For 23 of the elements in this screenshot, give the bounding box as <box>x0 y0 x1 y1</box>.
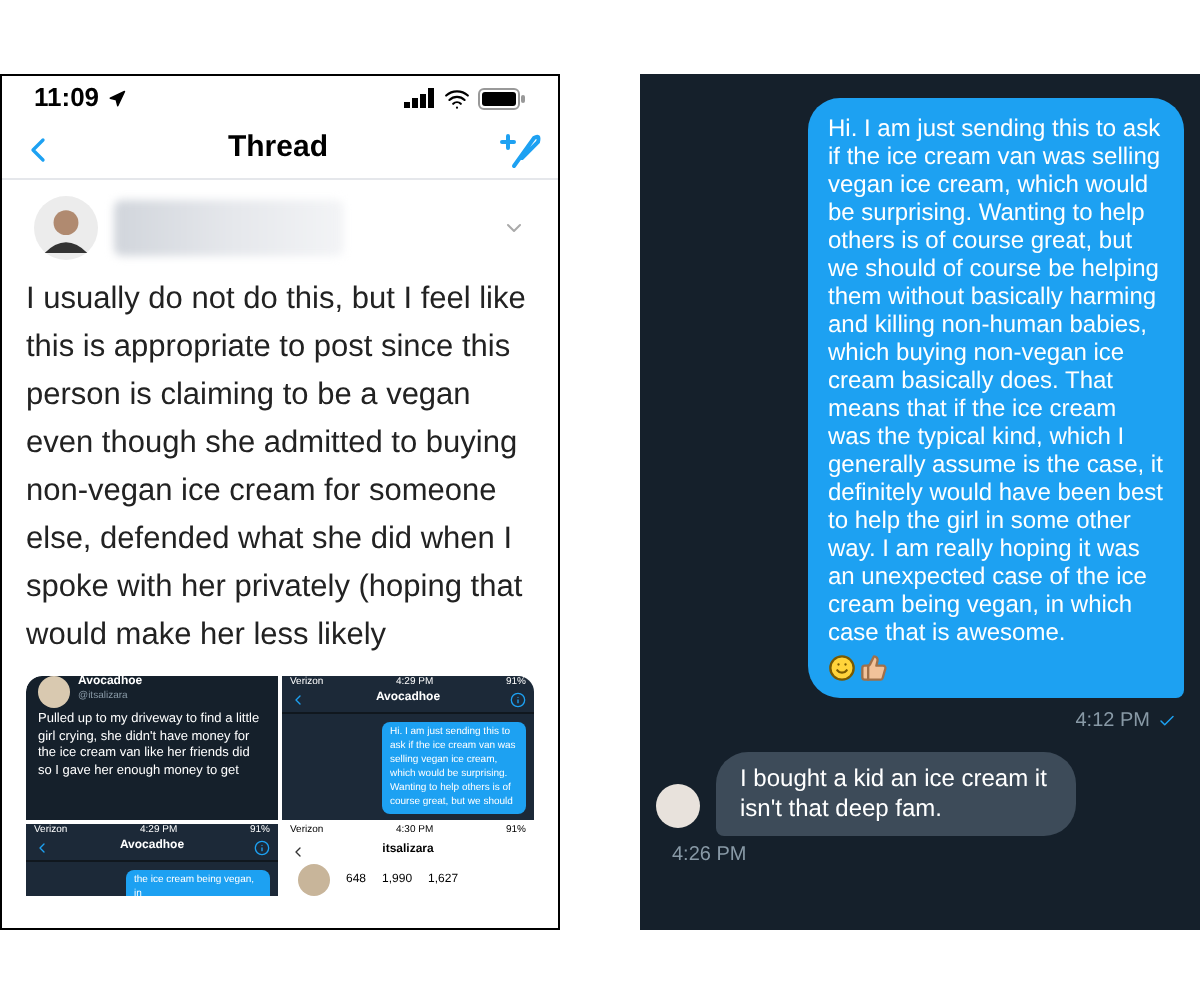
battery-icon <box>478 87 526 109</box>
received-message-bubble: I bought a kid an ice cream it isn't that deep fam. <box>716 752 1076 836</box>
avatar <box>656 784 700 828</box>
clock: 11:09 <box>34 80 100 117</box>
tweet-text: I usually do not do this, but I feel like this is appropriate to post since this person is claiming to be a vegan even though she admitted to buying non-vegan ice cream for someone else, defended what she did when I spoke with her privately (hoping that would make her less likely <box>24 280 528 656</box>
avatar <box>298 864 330 896</box>
location-icon <box>107 89 126 107</box>
message-text: Hi. I am just sending this to ask if the ice cream van was selling vegan ice cream, which would be surprising. Wanting to help others is of course great, but we should of course be helping them without basically harming and killing non-human babies, which buying non-vegan ice cream basically does. That means that if the ice cream was the typical kind, which I generally assume is the case, it definitely would have been best to help the girl in some other way. I am really hoping it was an unexpected case of the ice cream being vegan, in which case that is awesome. <box>828 114 1164 646</box>
info-icon <box>254 839 270 855</box>
smiley-icon <box>828 654 856 682</box>
signal-icon <box>404 88 436 108</box>
nav-title: Thread <box>227 128 328 169</box>
avatar <box>34 196 98 260</box>
message-time: 4:12 PM <box>1075 708 1150 736</box>
avatar <box>38 676 70 708</box>
wifi-icon <box>444 85 470 111</box>
back-icon <box>290 691 306 707</box>
message-time: 4:26 PM <box>670 842 749 870</box>
thumbs-up-icon <box>860 654 888 682</box>
back-icon <box>290 843 306 859</box>
back-icon <box>34 839 50 855</box>
info-icon <box>510 691 526 707</box>
compose-icon[interactable] <box>497 129 542 169</box>
